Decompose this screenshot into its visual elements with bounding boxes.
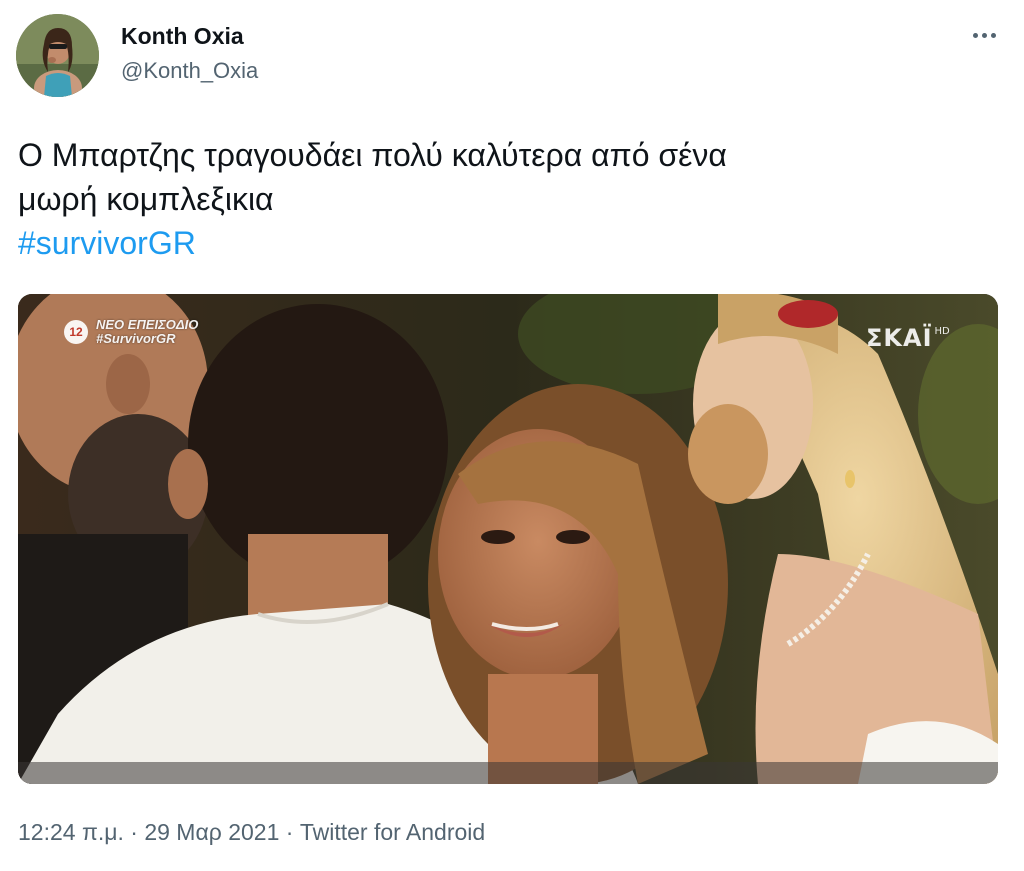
more-dot-icon	[990, 32, 996, 38]
channel-logo: ΣΚΑΪ HD	[866, 324, 950, 352]
badge-line-2: #SurvivorGR	[96, 331, 176, 346]
user-avatar-icon	[16, 14, 99, 97]
tweet-meta: 12:24 π.μ. · 29 Μαρ 2021 · Twitter for A…	[18, 818, 485, 846]
tweet-date-link[interactable]: 29 Μαρ 2021	[144, 819, 279, 845]
author-display-name[interactable]: Konth Oxia	[121, 22, 244, 50]
channel-quality: HD	[934, 326, 950, 337]
tweet-source-link[interactable]: Twitter for Android	[300, 819, 485, 845]
more-options-button[interactable]	[964, 22, 1004, 48]
channel-number-badge: 12	[64, 320, 88, 344]
tweet-time-link[interactable]: 12:24 π.μ.	[18, 819, 124, 845]
hashtag-link[interactable]: #survivorGR	[18, 221, 998, 265]
author-handle[interactable]: @Konth_Oxia	[121, 57, 258, 85]
badge-text: ΝΕΟ ΕΠΕΙΣΟΔΙΟ #SurvivorGR	[96, 318, 198, 346]
video-frame-image	[18, 294, 998, 784]
more-dot-icon	[981, 32, 987, 38]
tweet-text-line-2: μωρή κομπλεξικια	[18, 181, 274, 217]
badge-line-1: ΝΕΟ ΕΠΕΙΣΟΔΙΟ	[96, 317, 199, 332]
tweet-text-line-1: Ο Μπαρτζης τραγουδάει πολύ καλύτερα από …	[18, 137, 727, 173]
tweet-text: Ο Μπαρτζης τραγουδάει πολύ καλύτερα από …	[18, 133, 998, 265]
avatar[interactable]	[16, 14, 99, 97]
meta-separator: ·	[123, 819, 145, 845]
broadcast-badge: 12 ΝΕΟ ΕΠΕΙΣΟΔΙΟ #SurvivorGR	[64, 318, 198, 346]
channel-name: ΣΚΑΪ	[866, 324, 933, 352]
meta-separator: ·	[279, 819, 300, 845]
tweet-media-image[interactable]: 12 ΝΕΟ ΕΠΕΙΣΟΔΙΟ #SurvivorGR ΣΚΑΪ HD	[18, 294, 998, 784]
more-dot-icon	[972, 32, 978, 38]
